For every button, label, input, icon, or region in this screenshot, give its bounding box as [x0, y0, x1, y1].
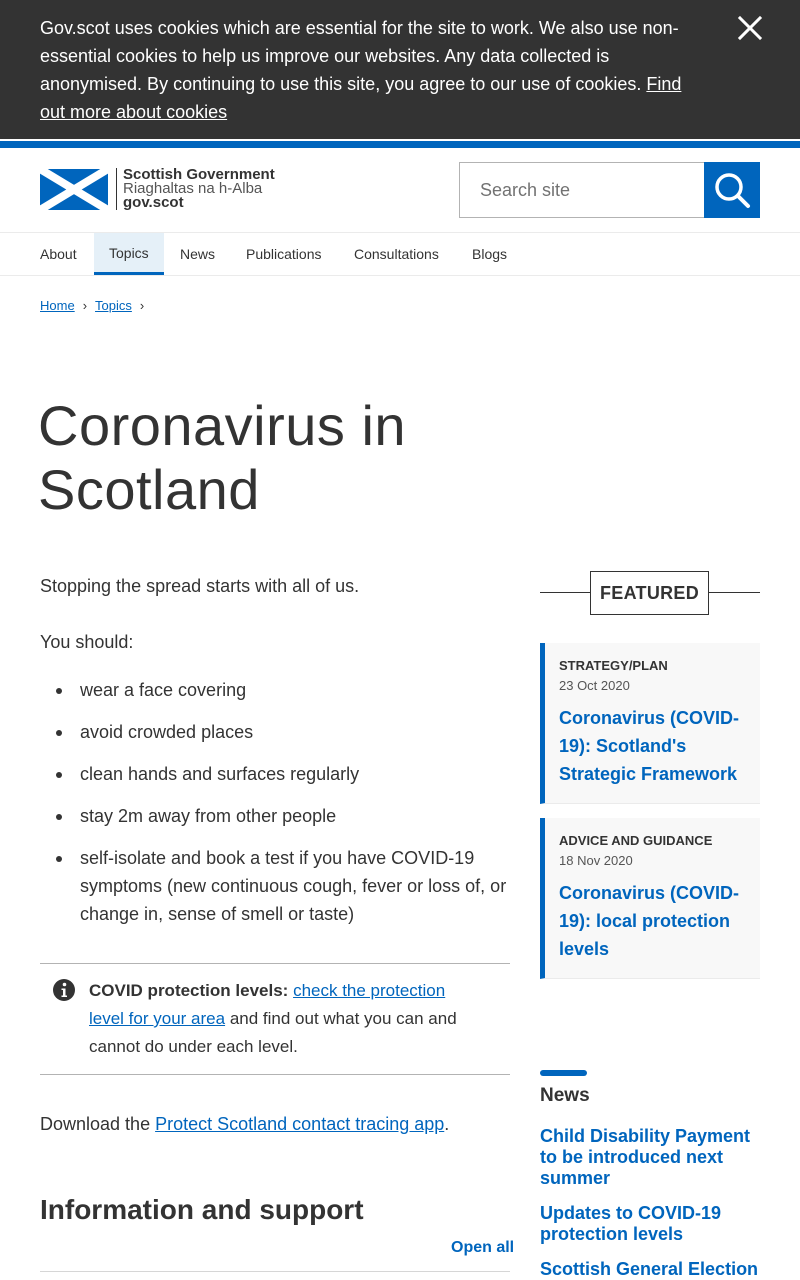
list-item: self-isolate and book a test if you have…: [56, 844, 512, 928]
saltire-flag-icon: [40, 168, 108, 210]
search-icon: [715, 173, 750, 208]
search-button[interactable]: [704, 162, 760, 218]
page-title: Coronavirus in Scotland: [38, 394, 407, 521]
news-list: Child Disability Payment to be introduce…: [540, 1126, 762, 1280]
contact-tracing-app-link[interactable]: Protect Scotland contact tracing app: [155, 1114, 444, 1134]
list-item: wear a face covering: [56, 676, 512, 704]
card-type: STRATEGY/PLAN: [559, 658, 668, 673]
nav-item-consultations[interactable]: Consultations: [354, 233, 439, 275]
download-text: Download the Protect Scotland contact tr…: [40, 1110, 449, 1138]
chevron-right-icon: ›: [139, 298, 145, 313]
news-item[interactable]: Child Disability Payment to be introduce…: [540, 1126, 762, 1189]
main-nav: About Topics News Publications Consultat…: [0, 232, 800, 276]
news-item[interactable]: Updates to COVID-19 protection levels: [540, 1203, 762, 1245]
cookie-banner: Gov.scot uses cookies which are essentia…: [0, 0, 800, 139]
list-item: clean hands and surfaces regularly: [56, 760, 512, 788]
download-prefix: Download the: [40, 1114, 151, 1134]
logo-wordmark: Scottish Government Riaghaltas na h-Alba…: [123, 167, 275, 211]
breadcrumb: Home › Topics ›: [40, 298, 152, 313]
news-accent-bar: [540, 1070, 587, 1076]
cookie-text: Gov.scot uses cookies which are essentia…: [40, 18, 679, 94]
featured-card[interactable]: ADVICE AND GUIDANCE 18 Nov 2020 Coronavi…: [540, 818, 760, 979]
nav-item-about[interactable]: About: [40, 233, 77, 275]
site-logo[interactable]: Scottish Government Riaghaltas na h-Alba…: [40, 166, 280, 212]
intro-text: Stopping the spread starts with all of u…: [40, 576, 360, 596]
list-item: avoid crowded places: [56, 718, 512, 746]
nav-item-publications[interactable]: Publications: [246, 233, 322, 275]
nav-item-news[interactable]: News: [180, 233, 215, 275]
info-icon: [53, 979, 75, 1001]
list-item: stay 2m away from other people: [56, 802, 512, 830]
divider: [40, 1271, 510, 1272]
card-date: 18 Nov 2020: [559, 853, 633, 868]
breadcrumb-topics[interactable]: Topics: [95, 298, 132, 313]
logo-line-3: gov.scot: [123, 194, 184, 211]
cookie-message: Gov.scot uses cookies which are essentia…: [40, 14, 690, 126]
close-icon[interactable]: [734, 12, 766, 44]
breadcrumb-home[interactable]: Home: [40, 298, 75, 313]
info-text: COVID protection levels: check the prote…: [89, 977, 459, 1061]
info-callout: COVID protection levels: check the prote…: [40, 963, 510, 1075]
open-all-button[interactable]: Open all: [451, 1239, 514, 1257]
download-suffix: .: [444, 1114, 450, 1134]
brand-stripe: [0, 139, 800, 148]
guidance-list: wear a face covering avoid crowded place…: [56, 676, 512, 942]
you-should-text: You should:: [40, 632, 134, 652]
card-link[interactable]: Coronavirus (COVID-19): local protection…: [559, 879, 746, 963]
featured-rule-right: [709, 592, 760, 593]
news-item[interactable]: Scottish General Election: [540, 1259, 762, 1280]
info-label: COVID protection levels:: [89, 981, 289, 1000]
search-placeholder: Search site: [480, 179, 571, 200]
news-heading: News: [540, 1085, 590, 1106]
nav-item-blogs[interactable]: Blogs: [472, 233, 507, 275]
featured-rule-left: [540, 592, 590, 593]
chevron-right-icon: ›: [82, 298, 88, 313]
logo-divider: [116, 168, 117, 210]
card-type: ADVICE AND GUIDANCE: [559, 833, 713, 848]
search-input[interactable]: Search site: [459, 162, 705, 218]
nav-item-topics[interactable]: Topics: [94, 233, 164, 275]
featured-card[interactable]: STRATEGY/PLAN 23 Oct 2020 Coronavirus (C…: [540, 643, 760, 804]
card-link[interactable]: Coronavirus (COVID-19): Scotland's Strat…: [559, 704, 746, 788]
card-date: 23 Oct 2020: [559, 678, 630, 693]
section-title: Information and support: [40, 1194, 364, 1225]
featured-heading: FEATURED: [590, 571, 709, 615]
